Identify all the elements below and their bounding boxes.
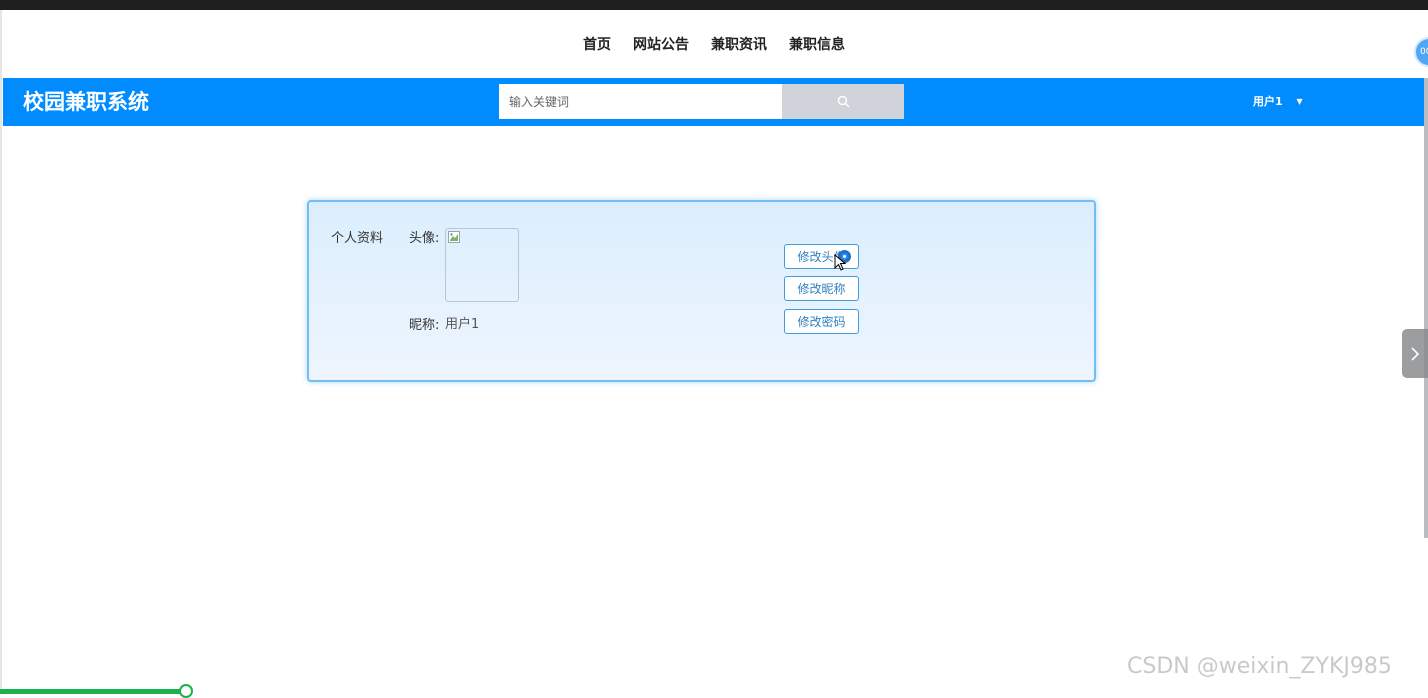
- page-scrollbar[interactable]: [1424, 78, 1428, 538]
- site-title: 校园兼职系统: [23, 90, 149, 114]
- side-panel-toggle[interactable]: [1402, 329, 1428, 378]
- profile-section-title: 个人资料: [331, 231, 384, 246]
- chevron-right-icon: [1411, 346, 1420, 361]
- search-input[interactable]: [499, 84, 782, 119]
- header-bar: 校园兼职系统 用户1 ▼: [3, 78, 1424, 126]
- left-edge-border: [0, 10, 2, 694]
- media-progress-handle[interactable]: [179, 684, 193, 698]
- avatar-image: [445, 228, 519, 302]
- top-navigation: 首页 网站公告 兼职资讯 兼职信息: [0, 10, 1428, 78]
- nav-link-announcements[interactable]: 网站公告: [633, 34, 689, 54]
- broken-image-icon: [448, 231, 460, 243]
- nav-link-jobs[interactable]: 兼职信息: [789, 34, 845, 54]
- nav-link-home[interactable]: 首页: [583, 34, 611, 54]
- search-icon: [837, 95, 849, 108]
- avatar-label: 头像:: [409, 231, 440, 246]
- nickname-label: 昵称:: [409, 318, 440, 333]
- search-button[interactable]: [782, 84, 904, 119]
- window-top-bar: [0, 0, 1428, 10]
- user-menu[interactable]: 用户1 ▼: [1253, 78, 1303, 126]
- mouse-cursor-icon: [834, 254, 847, 271]
- profile-card: 个人资料 头像: 昵称: 用户1 修改头像 修改昵称 修改密码: [307, 200, 1096, 382]
- user-menu-label: 用户1: [1253, 95, 1283, 108]
- nickname-value: 用户1: [445, 317, 480, 332]
- change-nickname-button[interactable]: 修改昵称: [784, 276, 859, 301]
- caret-down-icon: ▼: [1296, 97, 1303, 106]
- media-progress-bar[interactable]: [0, 689, 186, 694]
- watermark-text: CSDN @weixin_ZYKJ985: [1127, 654, 1392, 679]
- change-password-button[interactable]: 修改密码: [784, 309, 859, 334]
- nav-link-news[interactable]: 兼职资讯: [711, 34, 767, 54]
